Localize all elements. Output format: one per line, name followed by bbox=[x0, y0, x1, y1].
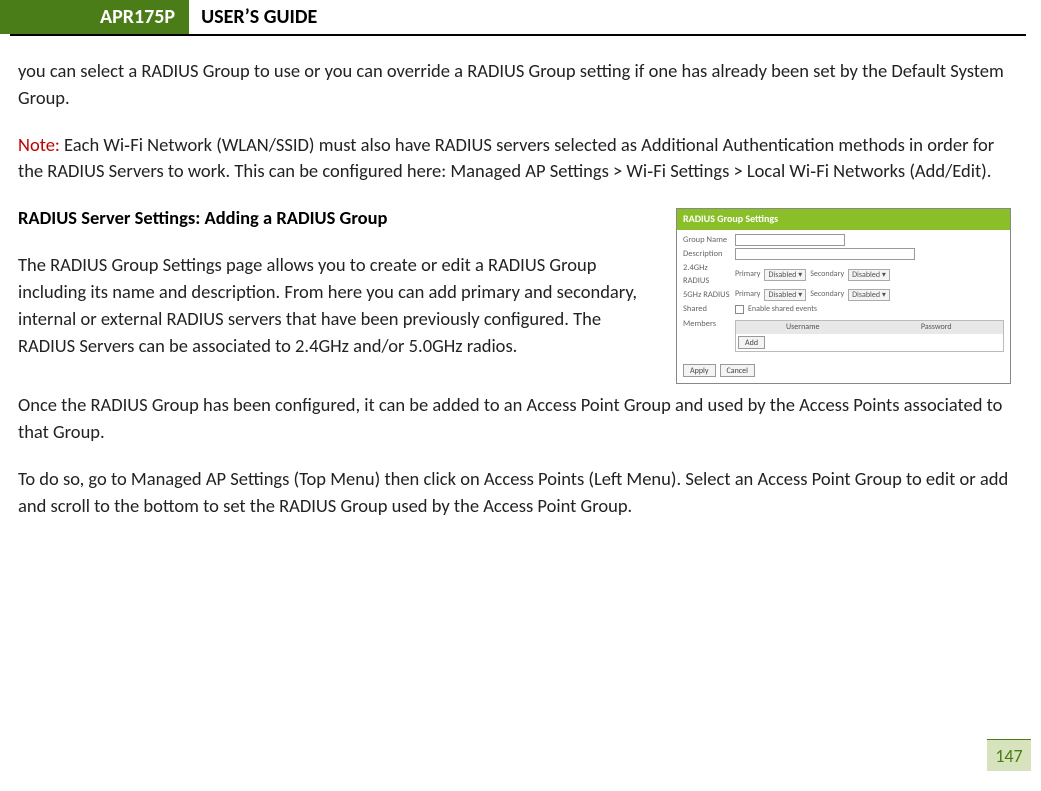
fig-label-group-name: Group Name bbox=[683, 234, 731, 246]
paragraph: Once the RADIUS Group has been configure… bbox=[18, 392, 1011, 446]
fig-members-table: Username Password Add bbox=[735, 320, 1004, 353]
fig-input-group-name[interactable] bbox=[735, 234, 845, 246]
guide-title: USER’S GUIDE bbox=[189, 5, 317, 29]
fig-add-button[interactable]: Add bbox=[738, 336, 765, 349]
figure-header: RADIUS Group Settings bbox=[677, 209, 1010, 230]
fig-input-description[interactable] bbox=[735, 248, 915, 260]
fig-label-description: Description bbox=[683, 248, 731, 260]
fig-sub-secondary-5: Secondary bbox=[810, 289, 844, 301]
page-number-box: 147 bbox=[987, 739, 1031, 771]
fig-th-password: Password bbox=[870, 321, 1004, 335]
fig-label-shared: Shared bbox=[683, 303, 731, 315]
fig-sub-secondary: Secondary bbox=[810, 269, 844, 281]
note-text: Each Wi‑Fi Network (WLAN/SSID) must also… bbox=[18, 133, 994, 183]
note-paragraph: Note: Each Wi‑Fi Network (WLAN/SSID) mus… bbox=[18, 132, 1011, 186]
paragraph: To do so, go to Managed AP Settings (Top… bbox=[18, 466, 1011, 520]
fig-label-24ghz: 2.4GHz RADIUS bbox=[683, 262, 731, 287]
note-label: Note: bbox=[18, 133, 60, 156]
model-badge: APR175P bbox=[0, 0, 189, 34]
fig-sub-primary: Primary bbox=[735, 269, 760, 281]
fig-checkbox-label: Enable shared events bbox=[748, 304, 817, 316]
paragraph: you can select a RADIUS Group to use or … bbox=[18, 58, 1011, 112]
fig-select-5-secondary[interactable]: Disabled ▾ bbox=[848, 289, 890, 301]
fig-select-24-primary[interactable]: Disabled ▾ bbox=[764, 269, 806, 281]
fig-th-username: Username bbox=[736, 321, 870, 335]
fig-apply-button[interactable]: Apply bbox=[683, 364, 716, 377]
fig-select-5-primary[interactable]: Disabled ▾ bbox=[764, 289, 806, 301]
header-bar: APR175P USER’S GUIDE bbox=[10, 0, 1026, 36]
fig-checkbox-shared[interactable] bbox=[735, 305, 744, 314]
fig-label-members: Members bbox=[683, 318, 731, 330]
page-number: 147 bbox=[995, 745, 1022, 767]
fig-sub-primary-5: Primary bbox=[735, 289, 760, 301]
fig-cancel-button[interactable]: Cancel bbox=[720, 364, 756, 377]
page-content: you can select a RADIUS Group to use or … bbox=[0, 36, 1041, 520]
fig-select-24-secondary[interactable]: Disabled ▾ bbox=[848, 269, 890, 281]
fig-label-5ghz: 5GHz RADIUS bbox=[683, 289, 731, 301]
figure-radius-group-settings: RADIUS Group Settings Group Name Descrip… bbox=[676, 208, 1011, 384]
